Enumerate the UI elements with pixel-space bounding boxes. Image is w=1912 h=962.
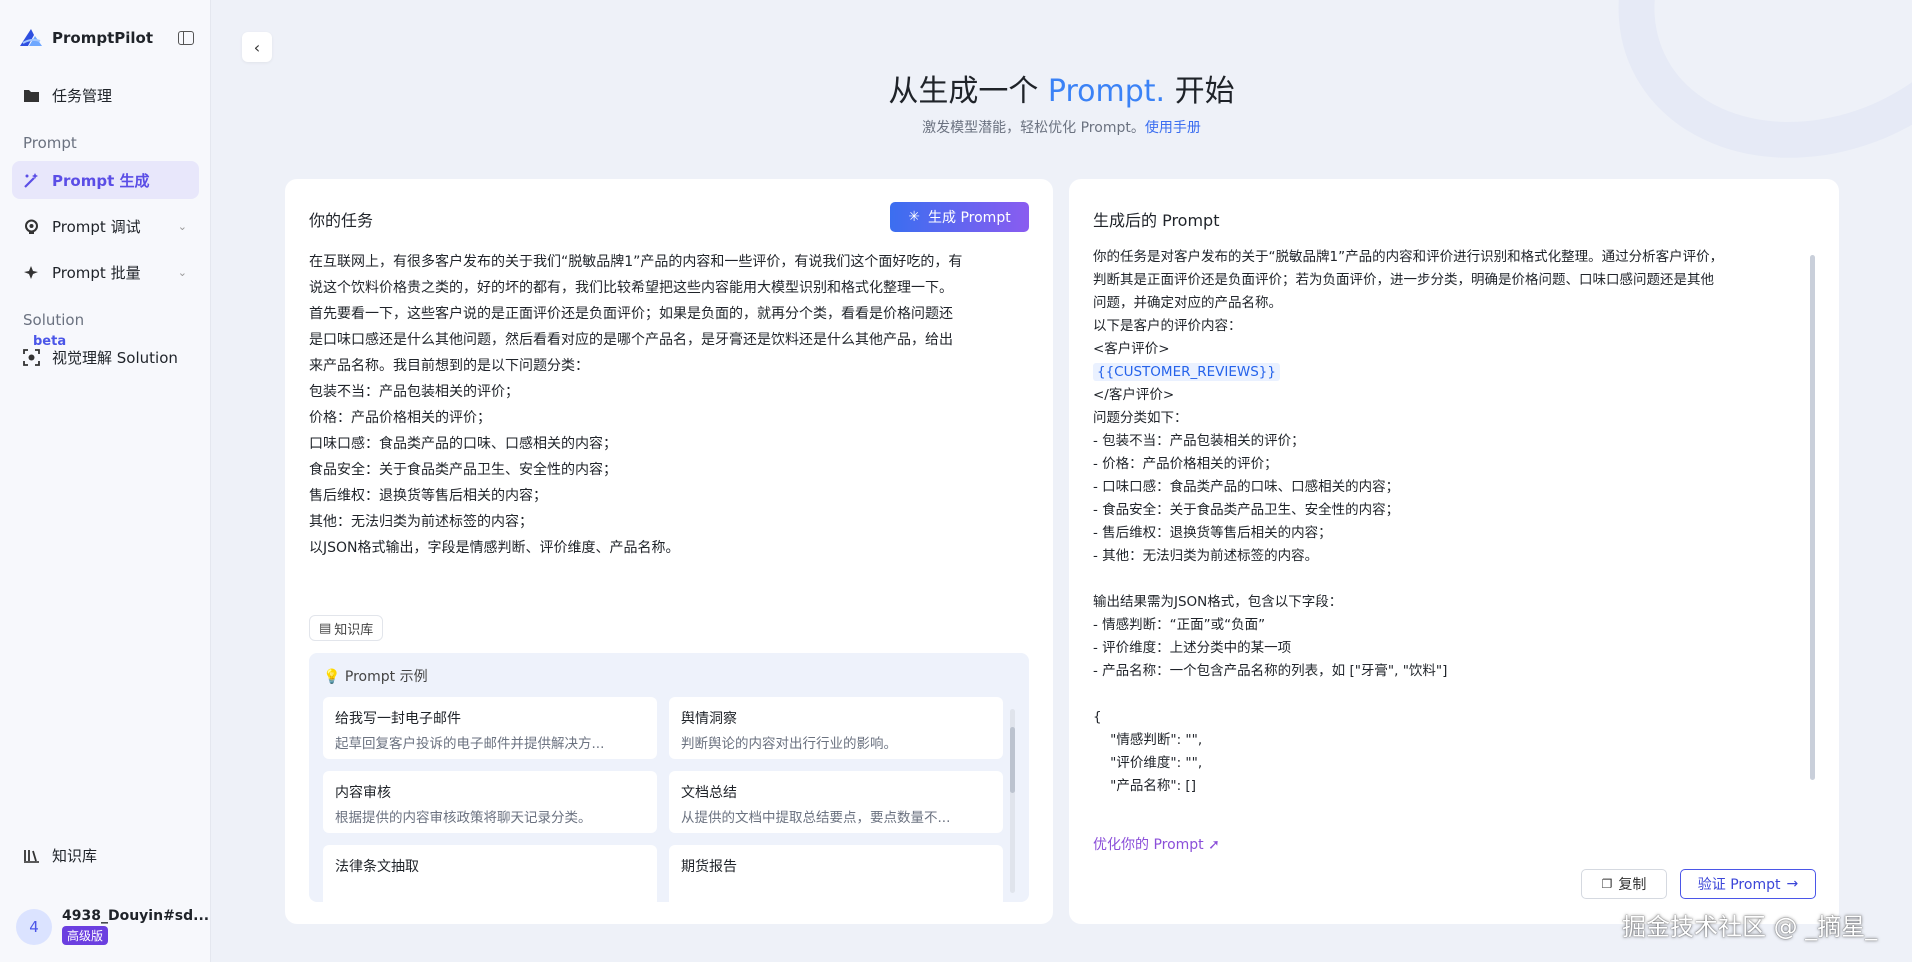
watermark: 掘金技术社区 @ _摘星_ — [1622, 913, 1878, 941]
page-title-accent: Prompt. — [1047, 74, 1166, 109]
magic-wand-icon: ➚ — [1208, 837, 1220, 853]
example-title: 法律条文抽取 — [335, 859, 419, 875]
sidebar-item-prompt-generate[interactable]: Prompt 生成 — [12, 161, 199, 199]
sidebar-item-knowledge-base[interactable]: 知识库 — [12, 836, 199, 874]
prompt-text-part: 你的任务是对客户发布的关于“脱敏品牌1”产品的内容和评价进行识别和格式化整理。通… — [1093, 249, 1724, 357]
sidebar-item-label: Prompt 批量 — [52, 263, 141, 282]
generated-prompt-title: 生成后的 Prompt — [1093, 211, 1220, 230]
copy-button-label: 复制 — [1618, 877, 1647, 893]
example-title: 内容审核 — [335, 785, 391, 801]
page-subtitle: 激发模型潜能，轻松优化 Prompt。使用手册 — [0, 117, 1912, 137]
example-desc: 判断舆论的内容对出行行业的影响。 — [681, 736, 897, 752]
chevron-left-icon: ‹ — [253, 37, 261, 57]
variable-chip: {{CUSTOMER_REVIEWS}} — [1093, 363, 1280, 381]
user-manual-link[interactable]: 使用手册 — [1145, 120, 1201, 136]
page-title: 从生成一个 Prompt. 开始 — [0, 66, 1912, 110]
example-desc: 根据提供的内容审核政策将聊天记录分类。 — [335, 810, 592, 826]
arrow-right-icon: → — [1786, 876, 1799, 892]
bulb-icon — [22, 217, 40, 235]
subtitle-text: 激发模型潜能，轻松优化 Prompt。 — [922, 120, 1145, 136]
knowledge-base-chip[interactable]: ▤ 知识库 — [309, 615, 384, 641]
prompt-examples-title-text: Prompt 示例 — [344, 669, 428, 685]
sidebar-item-label: 视觉理解 Solution — [52, 348, 178, 367]
optimize-prompt-link[interactable]: 优化你的 Prompt ➚ — [1093, 834, 1220, 854]
sidebar: PromptPilot 任务管理 Prompt Prompt 生成 Prompt… — [0, 0, 211, 962]
sparkle-stack-icon — [22, 263, 40, 281]
generated-prompt-text[interactable]: 你的任务是对客户发布的关于“脱敏品牌1”产品的内容和评价进行识别和格式化整理。通… — [1093, 246, 1809, 801]
chevron-down-icon[interactable]: ⌄ — [178, 220, 187, 233]
avatar: 4 — [16, 908, 52, 945]
magic-wand-icon — [22, 171, 40, 189]
copy-icon: ❐ — [1601, 877, 1613, 891]
example-card[interactable]: 内容审核 根据提供的内容审核政策将聊天记录分类。 — [323, 771, 657, 833]
sidebar-item-label: Prompt 生成 — [52, 171, 150, 190]
prompt-examples-title: 💡 Prompt 示例 — [323, 666, 428, 686]
books-icon — [22, 846, 40, 864]
copy-button[interactable]: ❐ 复制 — [1581, 869, 1667, 899]
knowledge-base-chip-label: 知识库 — [334, 622, 374, 638]
example-title: 文档总结 — [681, 785, 737, 801]
example-desc: 起草回复客户投诉的电子邮件并提供解决方... — [335, 736, 605, 752]
user-profile[interactable]: 4 4938_Douyin#sd... 高级版 — [16, 908, 209, 945]
sidebar-item-vision-solution[interactable]: 视觉理解 Solution — [12, 338, 199, 376]
example-card[interactable]: 文档总结 从提供的文档中提取总结要点，要点数量不... — [669, 771, 1003, 833]
sidebar-item-prompt-batch[interactable]: Prompt 批量 ⌄ — [12, 253, 199, 291]
verify-prompt-button[interactable]: 验证 Prompt → — [1680, 869, 1816, 899]
user-name: 4938_Douyin#sd... — [62, 908, 210, 924]
task-input[interactable]: 在互联网上，有很多客户发布的关于我们“脱敏品牌1”产品的内容和一些评价，有说我们… — [309, 249, 1029, 561]
example-title: 期货报告 — [681, 859, 737, 875]
sidebar-collapse-icon[interactable] — [178, 31, 194, 45]
sidebar-item-prompt-debug[interactable]: Prompt 调试 ⌄ — [12, 207, 199, 245]
logo-row: PromptPilot — [18, 26, 194, 50]
prompt-scrollbar[interactable] — [1810, 255, 1815, 780]
optimize-prompt-label: 优化你的 Prompt — [1093, 837, 1204, 853]
prompt-examples-panel: 💡 Prompt 示例 给我写一封电子邮件 起草回复客户投诉的电子邮件并提供解决… — [309, 653, 1029, 902]
example-card[interactable]: 期货报告 — [669, 845, 1003, 902]
task-card-title: 你的任务 — [309, 211, 374, 230]
example-card[interactable]: 给我写一封电子邮件 起草回复客户投诉的电子邮件并提供解决方... — [323, 697, 657, 759]
verify-button-label: 验证 Prompt — [1697, 877, 1781, 893]
sidebar-item-label: Prompt 调试 — [52, 217, 141, 236]
page-title-text: 从生成一个 — [888, 74, 1048, 109]
sparkle-icon: ✳ — [908, 209, 921, 225]
examples-scrollbar-thumb[interactable] — [1010, 727, 1015, 793]
back-button[interactable]: ‹ — [242, 32, 272, 62]
examples-scrollbar[interactable] — [1010, 709, 1015, 893]
page-title-text-end: 开始 — [1165, 74, 1235, 109]
generate-prompt-label: 生成 Prompt — [928, 210, 1011, 226]
generate-prompt-button[interactable]: ✳ 生成 Prompt — [890, 202, 1029, 232]
task-card: 你的任务 ✳ 生成 Prompt 在互联网上，有很多客户发布的关于我们“脱敏品牌… — [285, 179, 1053, 924]
example-card[interactable]: 舆情洞察 判断舆论的内容对出行行业的影响。 — [669, 697, 1003, 759]
generated-prompt-card: 生成后的 Prompt 你的任务是对客户发布的关于“脱敏品牌1”产品的内容和评价… — [1069, 179, 1839, 924]
example-card[interactable]: 法律条文抽取 — [323, 845, 657, 902]
lightbulb-icon: 💡 — [323, 669, 341, 685]
example-title: 给我写一封电子邮件 — [335, 711, 461, 727]
example-desc: 从提供的文档中提取总结要点，要点数量不... — [681, 810, 951, 826]
section-label-solution: Solution — [23, 311, 85, 329]
scan-eye-icon — [22, 348, 40, 366]
example-title: 舆情洞察 — [681, 711, 737, 727]
sidebar-item-label: 知识库 — [52, 846, 98, 865]
chevron-down-icon[interactable]: ⌄ — [178, 266, 187, 279]
prompt-text-part: </客户评价> 问题分类如下： - 包装不当：产品包装相关的评价； - 价格：产… — [1093, 387, 1448, 794]
promptpilot-logo-icon — [20, 29, 42, 46]
app-name: PromptPilot — [52, 29, 153, 47]
user-plan-badge: 高级版 — [62, 926, 109, 945]
books-icon: ▤ — [319, 620, 332, 636]
